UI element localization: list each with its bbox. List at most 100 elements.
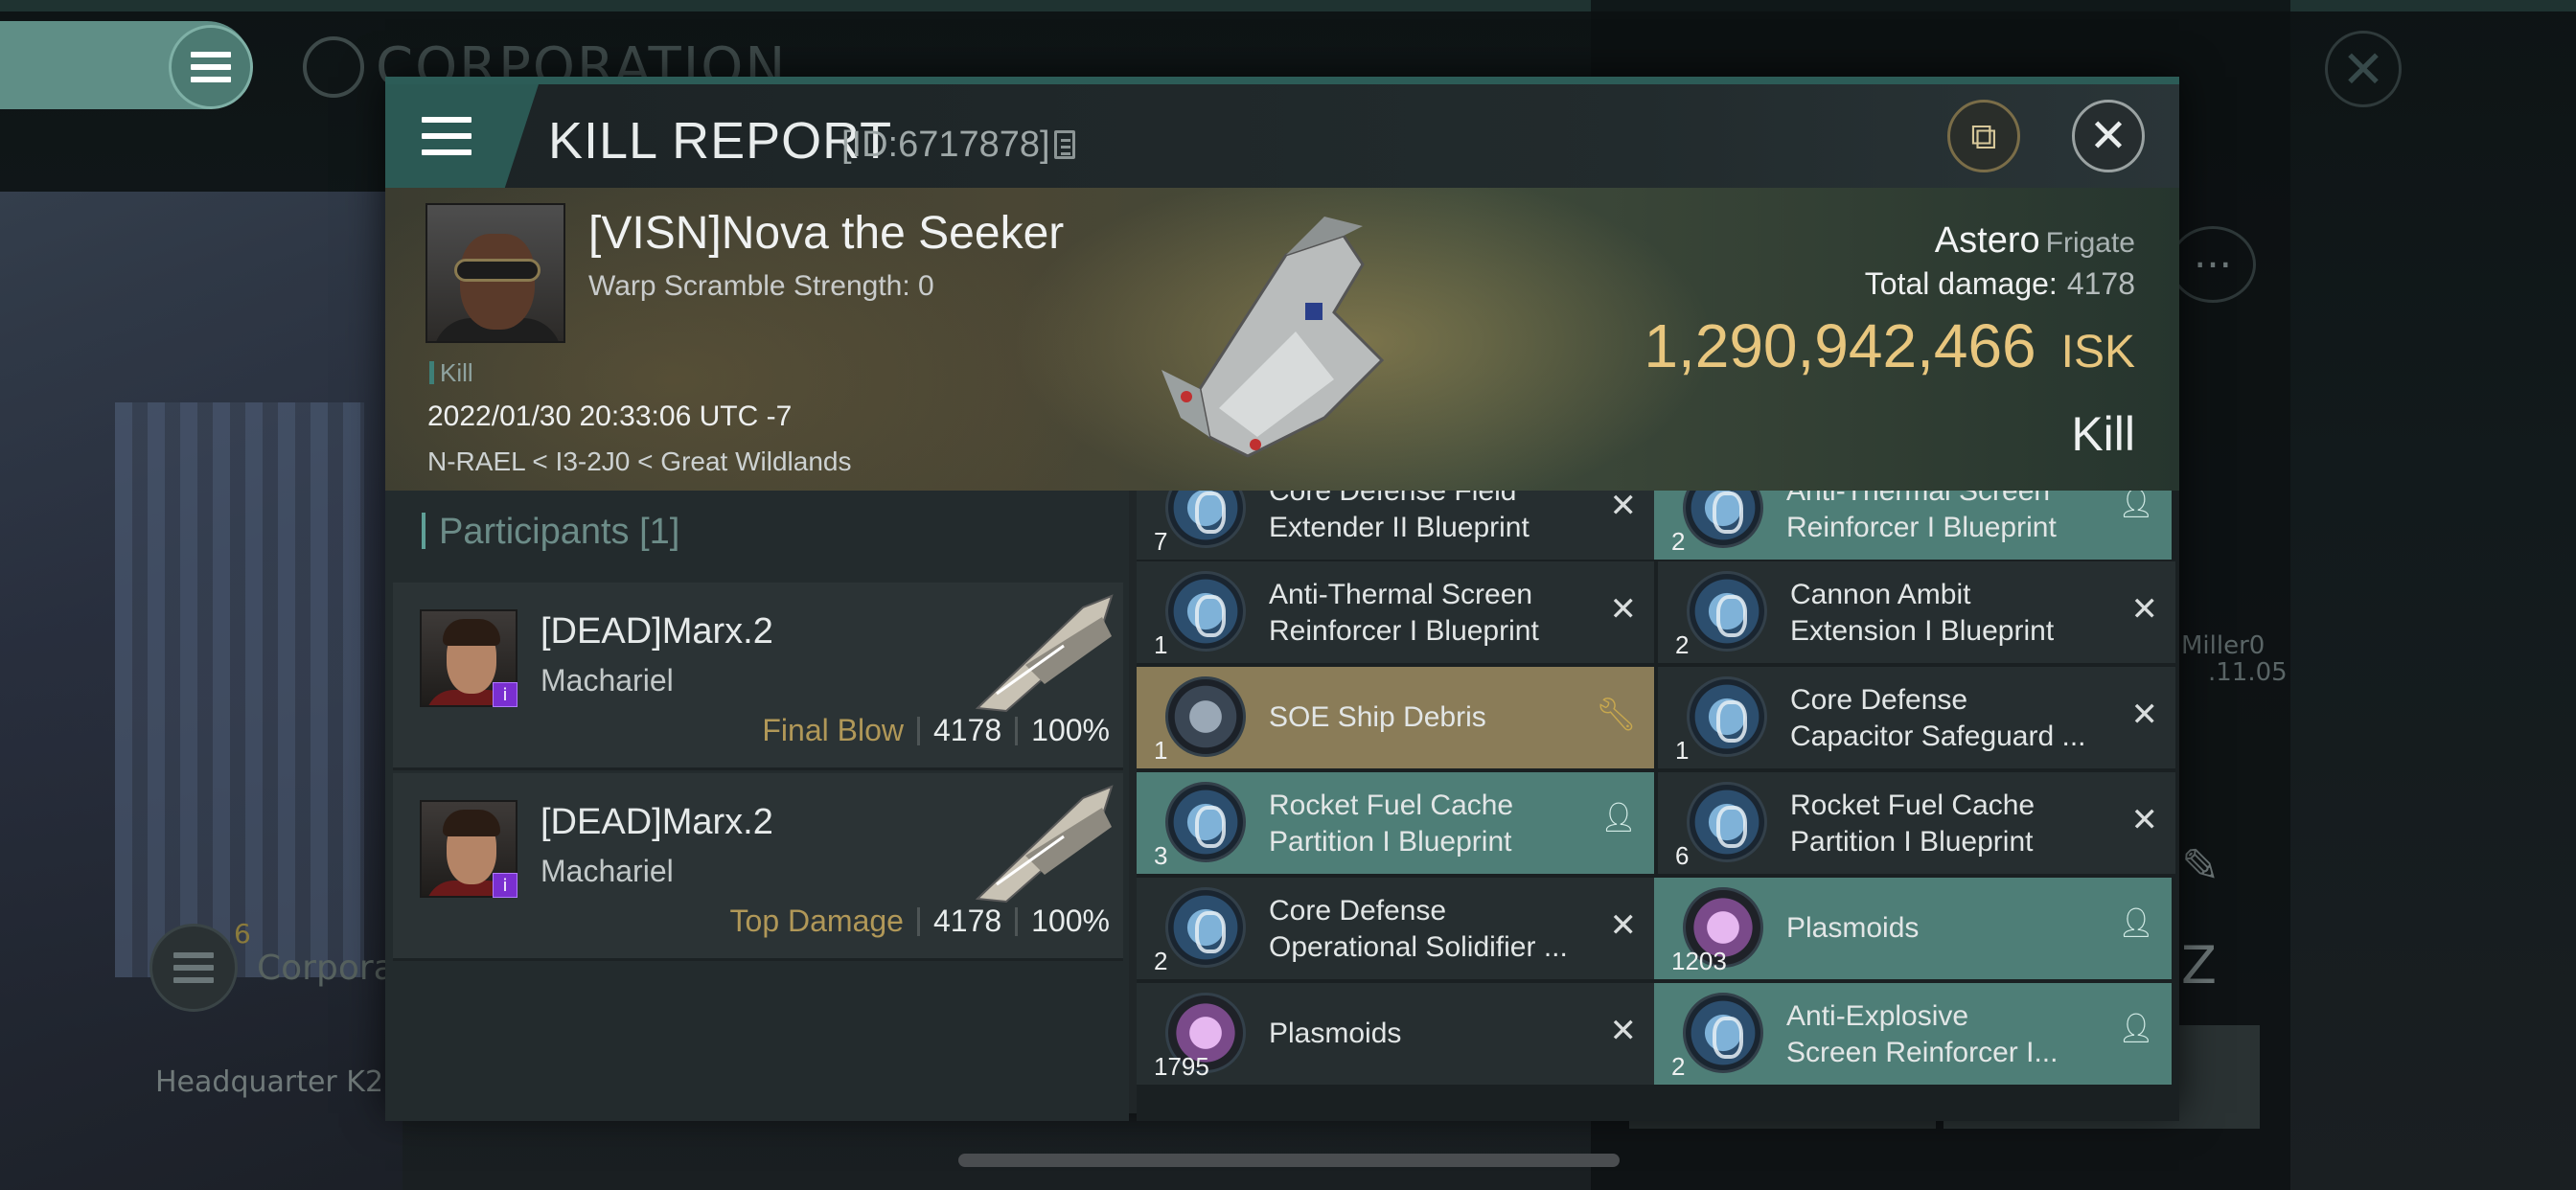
participant-percent: 100% [1031,904,1110,938]
participant-ship-image [975,785,1114,904]
item-card[interactable]: 1795 Plasmoids ✕ [1137,983,1654,1085]
kill-location[interactable]: N-RAEL < I3-2J0 < Great Wildlands [427,446,851,477]
participant-row[interactable]: i [DEAD]Marx.2 Machariel Final Blow 4178 1… [393,583,1123,770]
victim-ship-name[interactable]: Astero Frigate [1935,220,2135,262]
item-card[interactable]: 3 Rocket Fuel Cache Partition I Blueprint… [1137,772,1654,874]
participant-stats: Top Damage 4178 100% [730,904,1110,939]
side-text-line: Miller0 [2181,631,2266,660]
item-name: Core Defense Operational Solidifier ... [1269,893,1595,966]
item-name-line: Core Defense [1269,895,1447,927]
x-icon: ✕ [2130,590,2159,629]
item-card[interactable]: 1 Core Defense Capacitor Safeguard ... ✕ [1658,667,2175,768]
participant-damage: 4178 [932,713,1002,747]
participant-stats: Final Blow 4178 100% [762,713,1110,748]
total-damage: Total damage: 4178 [1865,266,2135,302]
blueprint-icon [1687,571,1767,652]
item-name: Rocket Fuel Cache Partition I Blueprint [1269,788,1595,860]
background-side-text: Miller0 .11.05 [2181,632,2288,686]
participant-row[interactable]: i [DEAD]Marx.2 Machariel Top Damage 4178 1… [393,773,1123,961]
item-name-line: Rocket Fuel Cache [1269,790,1514,821]
corporation-menu-button[interactable] [150,924,238,1012]
kill-datetime: 2022/01/30 20:33:06 UTC -7 [427,400,793,432]
participants-header: Participants [1] [422,512,679,553]
item-name: Cannon Ambit Extension I Blueprint [1790,577,2116,650]
item-card[interactable]: 1 Anti-Thermal Screen Reinforcer I Bluepr… [1137,561,1654,663]
item-quantity: 2 [1671,527,1686,556]
item-quantity: 7 [1154,527,1168,556]
item-name-line: Core Defense Field [1269,491,1517,507]
item-quantity: 1 [1154,630,1168,659]
kill-result: Kill [2071,407,2135,461]
item-quantity: 3 [1154,841,1168,870]
participant-role: Top Damage [729,904,904,938]
ship-name-text: Astero [1934,220,2040,261]
items-grid: 7 Core Defense Field Extender II Blueprin… [1137,491,2179,1121]
item-card[interactable]: 1 SOE Ship Debris 🔧︎ [1137,667,1654,768]
item-name-line: Operational Solidifier ... [1269,931,1568,963]
item-name-line: Core Defense [1790,684,1968,716]
close-icon: ✕ [2088,109,2128,163]
item-quantity: 1 [1675,736,1690,765]
item-name-line: Screen Reinforcer I... [1786,1037,2058,1068]
sleep-settings-icon[interactable]: Z [2181,935,2217,995]
x-icon: ✕ [1609,1012,1638,1050]
victim-name[interactable]: [VISN]Nova the Seeker [588,207,1064,260]
blueprint-icon [1165,491,1246,548]
item-quantity: 2 [1154,947,1168,975]
item-name: Anti-Explosive Screen Reinforcer I... [1786,998,2112,1071]
blueprint-icon [1687,782,1767,862]
item-quantity: 1795 [1154,1052,1209,1081]
participant-ship-image [975,594,1114,713]
warp-scramble-strength: Warp Scramble Strength: 0 [588,270,934,302]
x-icon: ✕ [1609,906,1638,945]
item-name: Plasmoids [1786,912,1920,944]
corporation-label: Corpora [257,949,395,988]
participant-name[interactable]: [DEAD]Marx.2 [540,611,773,652]
main-menu-button[interactable] [169,25,253,109]
close-button[interactable]: ✕ [2072,100,2145,172]
item-card[interactable]: 2 Anti-Thermal Screen Reinforcer I Bluepr… [1654,491,2172,560]
more-options-icon[interactable]: ··· [2170,226,2256,303]
item-card[interactable]: 7 Core Defense Field Extender II Blueprin… [1137,491,1654,560]
blueprint-icon [1165,571,1246,652]
blueprint-icon [1165,782,1246,862]
participant-ship: Machariel [540,663,674,698]
x-icon: ✕ [2130,801,2159,839]
wrench-icon: 🔧︎ [1595,696,1637,734]
external-link-icon: ⧉ [1970,114,1997,157]
ship-class-text: Frigate [2045,227,2135,259]
item-card[interactable]: 2 Anti-Explosive Screen Reinforcer I... 👤… [1654,983,2172,1085]
side-text-line: .11.05 [2208,658,2288,687]
share-button[interactable]: ⧉ [1947,100,2020,172]
item-card[interactable]: 2 Cannon Ambit Extension I Blueprint ✕ [1658,561,2175,663]
item-name-line: Reinforcer I Blueprint [1786,512,2057,543]
victim-banner: [VISN]Nova the Seeker Warp Scramble Stre… [385,188,2179,491]
item-name-line: Extension I Blueprint [1790,615,2055,647]
background-close-icon[interactable]: ✕ [2325,31,2402,107]
item-quantity: 2 [1671,1052,1686,1081]
blueprint-icon [1165,887,1246,968]
corporation-count: 6 [234,918,251,950]
kill-tag: Kill [429,358,473,388]
x-icon: ✕ [1609,491,1638,525]
copy-icon[interactable] [1054,130,1075,159]
edit-icon[interactable]: ✎ [2181,839,2220,893]
item-card[interactable]: 6 Rocket Fuel Cache Partition I Blueprint… [1658,772,2175,874]
victim-ship-image[interactable] [1142,197,1392,466]
title-bar: KILL REPORT [ID:6717878] ⧉ ✕ [385,84,2179,188]
item-name: Core Defense Capacitor Safeguard ... [1790,682,2116,755]
window-menu-button[interactable] [385,84,539,188]
blueprint-icon [1683,491,1763,548]
participant-damage: 4178 [932,904,1002,938]
person-icon: 👤︎ [2117,906,2154,940]
item-card[interactable]: 2 Core Defense Operational Solidifier ...… [1137,878,1654,979]
participant-name[interactable]: [DEAD]Marx.2 [540,802,773,843]
isk-amount: 1,290,942,466 [1644,311,2036,380]
victim-portrait[interactable] [426,203,565,343]
item-card[interactable]: 1203 Plasmoids 👤︎ [1654,878,2172,979]
item-name-line: Partition I Blueprint [1790,826,2034,858]
kill-report-window: KILL REPORT [ID:6717878] ⧉ ✕ [VISN]Nova … [385,77,2179,1121]
home-indicator[interactable] [958,1154,1620,1167]
hamburger-icon [173,952,214,983]
item-name: Core Defense Field Extender II Blueprint [1269,491,1595,546]
